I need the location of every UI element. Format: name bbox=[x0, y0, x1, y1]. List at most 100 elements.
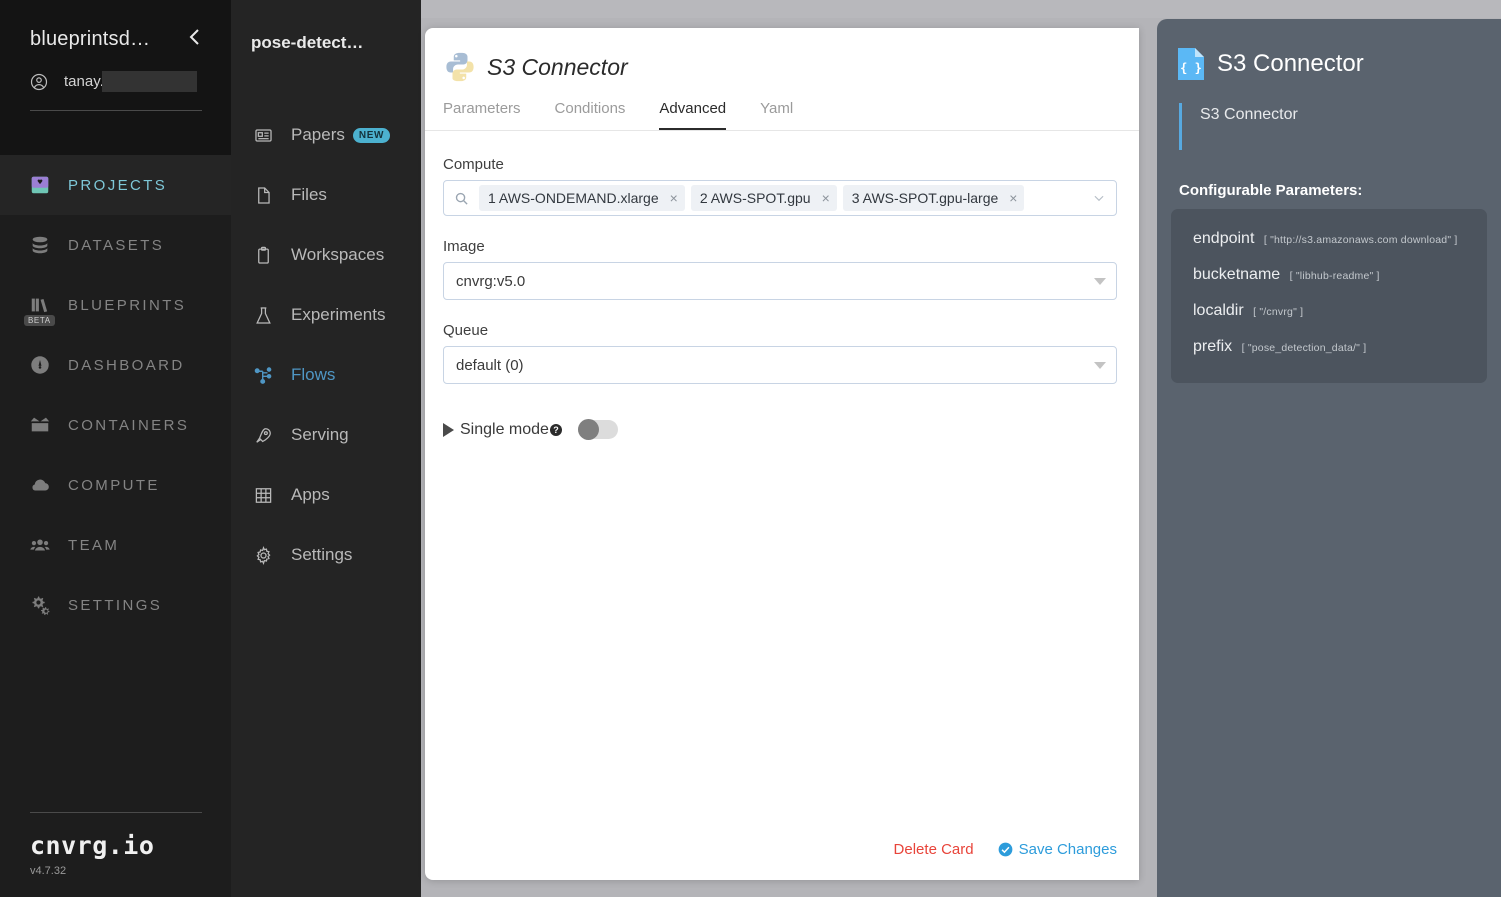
sidebar-item-projects[interactable]: PROJECTS bbox=[0, 155, 231, 215]
tab-advanced[interactable]: Advanced bbox=[659, 100, 727, 130]
people-icon bbox=[27, 532, 53, 558]
caret-down-icon[interactable] bbox=[1094, 361, 1106, 369]
sidebar-item-project-settings[interactable]: Settings bbox=[231, 525, 421, 585]
parameter-value: [ "pose_detection_data/" ] bbox=[1241, 342, 1367, 354]
new-badge: NEW bbox=[352, 127, 391, 143]
queue-select[interactable]: default (0) bbox=[443, 346, 1117, 384]
sidebar-item-serving[interactable]: Serving bbox=[231, 405, 421, 465]
chip-label: 1 AWS-ONDEMAND.xlarge bbox=[488, 190, 659, 206]
gear-icon bbox=[253, 545, 273, 565]
sidebar-item-papers[interactable]: Papers NEW bbox=[231, 105, 421, 165]
flow-icon bbox=[253, 365, 273, 385]
sidebar-item-datasets[interactable]: DATASETS bbox=[0, 215, 231, 275]
sidebar-item-label: Apps bbox=[291, 485, 330, 504]
python-logo-icon bbox=[443, 50, 477, 84]
single-mode-row: Single mode ? bbox=[443, 419, 1117, 440]
parameter-value: [ "http://s3.amazonaws.com download" ] bbox=[1263, 234, 1458, 246]
sidebar-footer: cnvrg.io v4.7.32 bbox=[30, 812, 202, 877]
info-panel-description: S3 Connector bbox=[1179, 103, 1501, 150]
image-label: Image bbox=[443, 238, 485, 255]
sidebar-item-blueprints[interactable]: BETA BLUEPRINTS bbox=[0, 275, 231, 335]
help-question-icon[interactable]: ? bbox=[549, 423, 562, 436]
toggle-knob bbox=[577, 419, 599, 440]
app-version: v4.7.32 bbox=[30, 865, 67, 877]
chip-remove-icon[interactable]: × bbox=[822, 191, 830, 205]
sidebar-item-label: DATASETS bbox=[68, 236, 165, 254]
books-icon: BETA bbox=[24, 292, 55, 326]
rocket-icon bbox=[253, 425, 273, 445]
save-changes-button[interactable]: Save Changes bbox=[998, 841, 1117, 858]
svg-text:{ }: { } bbox=[1180, 61, 1202, 75]
parameter-key: endpoint bbox=[1193, 230, 1255, 247]
user-circle-icon bbox=[30, 73, 48, 91]
sidebar-item-label: CONTAINERS bbox=[68, 416, 190, 434]
compute-chip[interactable]: 3 AWS-SPOT.gpu-large × bbox=[842, 185, 1025, 211]
parameter-key: localdir bbox=[1193, 302, 1244, 319]
grid-icon bbox=[253, 485, 273, 505]
delete-card-button[interactable]: Delete Card bbox=[894, 841, 974, 858]
image-field: Image cnvrg:v5.0 bbox=[443, 238, 1117, 300]
parameter-key: bucketname bbox=[1193, 266, 1281, 283]
card-title: S3 Connector bbox=[487, 53, 628, 80]
gauge-icon bbox=[27, 352, 53, 378]
file-icon bbox=[253, 185, 273, 205]
organization-name: blueprintsd… bbox=[30, 27, 151, 50]
sidebar-item-label: Papers bbox=[291, 125, 345, 144]
redacted-user-block bbox=[101, 71, 197, 92]
save-changes-label: Save Changes bbox=[1018, 841, 1117, 858]
sidebar-item-label: DASHBOARD bbox=[68, 356, 185, 374]
tab-parameters[interactable]: Parameters bbox=[443, 100, 521, 130]
queue-label: Queue bbox=[443, 322, 489, 339]
compute-multiselect[interactable]: 1 AWS-ONDEMAND.xlarge × 2 AWS-SPOT.gpu ×… bbox=[443, 180, 1117, 216]
card-title-row: S3 Connector bbox=[443, 50, 1139, 84]
check-circle-icon bbox=[998, 842, 1013, 857]
sidebar-item-team[interactable]: TEAM bbox=[0, 515, 231, 575]
chip-label: 3 AWS-SPOT.gpu-large bbox=[851, 190, 999, 206]
compute-chip[interactable]: 2 AWS-SPOT.gpu × bbox=[690, 185, 837, 211]
parameter-row: endpoint [ "http://s3.amazonaws.com down… bbox=[1171, 221, 1487, 257]
sidebar-item-files[interactable]: Files bbox=[231, 165, 421, 225]
parameter-row: localdir [ "/cnvrg" ] bbox=[1171, 293, 1487, 329]
sidebar-item-compute[interactable]: COMPUTE bbox=[0, 455, 231, 515]
sidebar-divider bbox=[30, 110, 202, 111]
flask-icon bbox=[253, 305, 273, 325]
cloud-icon bbox=[27, 472, 53, 498]
chip-remove-icon[interactable]: × bbox=[1009, 191, 1017, 205]
sidebar-item-experiments[interactable]: Experiments bbox=[231, 285, 421, 345]
single-mode-toggle[interactable] bbox=[577, 419, 618, 440]
sidebar-item-label: PROJECTS bbox=[68, 176, 168, 194]
chip-remove-icon[interactable]: × bbox=[670, 191, 678, 205]
sidebar-item-dashboard[interactable]: DASHBOARD bbox=[0, 335, 231, 395]
single-mode-label: Single mode bbox=[460, 420, 549, 438]
chevron-left-icon[interactable] bbox=[187, 26, 202, 52]
organization-row[interactable]: blueprintsd… bbox=[30, 26, 202, 52]
user-row[interactable]: tanay. bbox=[30, 71, 231, 92]
play-triangle-icon bbox=[443, 422, 454, 437]
beta-badge: BETA bbox=[24, 315, 55, 326]
book-icon bbox=[27, 172, 53, 198]
box-icon bbox=[27, 412, 53, 438]
sidebar-item-apps[interactable]: Apps bbox=[231, 465, 421, 525]
tab-yaml[interactable]: Yaml bbox=[760, 100, 793, 130]
info-panel-title: S3 Connector bbox=[1217, 50, 1364, 77]
compute-chip[interactable]: 1 AWS-ONDEMAND.xlarge × bbox=[479, 185, 685, 211]
image-select[interactable]: cnvrg:v5.0 bbox=[443, 262, 1117, 300]
sidebar-item-settings[interactable]: SETTINGS bbox=[0, 575, 231, 635]
sidebar-item-label: BLUEPRINTS bbox=[68, 296, 187, 314]
sidebar-item-flows[interactable]: Flows bbox=[231, 345, 421, 405]
article-icon bbox=[253, 125, 273, 145]
sidebar-item-label: COMPUTE bbox=[68, 476, 160, 494]
parameter-value: [ "libhub-readme" ] bbox=[1289, 270, 1380, 282]
image-value: cnvrg:v5.0 bbox=[456, 272, 526, 290]
gears-icon bbox=[27, 592, 53, 618]
sidebar-item-workspaces[interactable]: Workspaces bbox=[231, 225, 421, 285]
tab-conditions[interactable]: Conditions bbox=[555, 100, 626, 130]
chevron-down-icon[interactable] bbox=[1086, 191, 1112, 205]
caret-down-icon[interactable] bbox=[1094, 277, 1106, 285]
queue-field: Queue default (0) bbox=[443, 322, 1117, 384]
sidebar-item-containers[interactable]: CONTAINERS bbox=[0, 395, 231, 455]
user-name: tanay. bbox=[64, 73, 104, 90]
parameter-row: prefix [ "pose_detection_data/" ] bbox=[1171, 329, 1487, 365]
project-sidebar: pose-detect… Papers NEW Files Workspaces… bbox=[231, 0, 421, 897]
parameter-value: [ "/cnvrg" ] bbox=[1253, 306, 1304, 318]
